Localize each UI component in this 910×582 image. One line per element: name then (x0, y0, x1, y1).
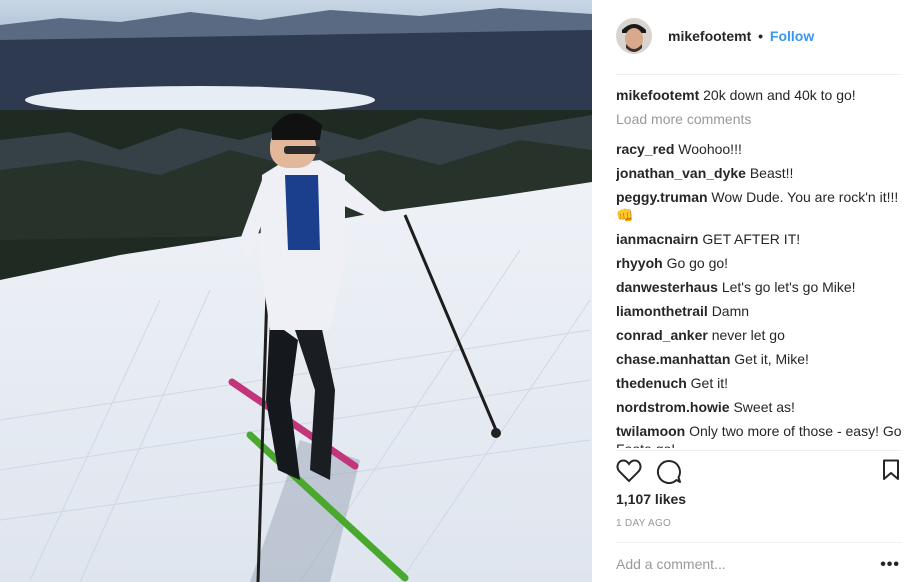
load-more-comments-button[interactable]: Load more comments (616, 110, 906, 128)
comment-item: ianmacnairn GET AFTER IT! (616, 230, 906, 248)
post-photo[interactable] (0, 0, 592, 582)
more-options-icon[interactable]: ••• (880, 556, 900, 574)
comment-item: conrad_anker never let go (616, 326, 906, 344)
likes-count[interactable]: 1,107 likes (616, 491, 686, 507)
comment-username[interactable]: rhyyoh (616, 255, 663, 271)
comment-username[interactable]: liamonthetrail (616, 303, 708, 319)
post-sidebar: mikefootemt • Follow mikefootemt 20k dow… (592, 0, 910, 582)
comment-item: racy_red Woohoo!!! (616, 140, 906, 158)
avatar[interactable] (616, 18, 652, 54)
action-bar (616, 459, 902, 485)
comment-text: Get it! (690, 375, 729, 391)
comment-username[interactable]: ianmacnairn (616, 231, 698, 247)
comment-username[interactable]: nordstrom.howie (616, 399, 730, 415)
post-header: mikefootemt • Follow (616, 14, 814, 58)
comments-list[interactable]: mikefootemt 20k down and 40k to go! Load… (616, 86, 906, 448)
comment-item: jonathan_van_dyke Beast!! (616, 164, 906, 182)
comment-text: Woohoo!!! (678, 141, 742, 157)
comment-text: Damn (711, 303, 750, 319)
post-username[interactable]: mikefootemt (668, 28, 751, 44)
comment-item: peggy.truman Wow Dude. You are rock'n it… (616, 188, 906, 224)
comment-text: Let's go let's go Mike! (721, 279, 856, 295)
comment-text: Go go go! (666, 255, 729, 271)
comment-username[interactable]: conrad_anker (616, 327, 708, 343)
post-timestamp: 1 DAY AGO (616, 518, 672, 529)
comment-username[interactable]: racy_red (616, 141, 674, 157)
caption-text: 20k down and 40k to go! (703, 87, 856, 103)
comment-text: Beast!! (749, 165, 794, 181)
comment-username[interactable]: peggy.truman (616, 189, 708, 205)
comments-divider (616, 450, 902, 451)
comment-text: Sweet as! (733, 399, 795, 415)
header-divider (616, 74, 902, 75)
comment-text: GET AFTER IT! (702, 231, 801, 247)
comment-item: thedenuch Get it! (616, 374, 906, 392)
comment-item: danwesterhaus Let's go let's go Mike! (616, 278, 906, 296)
comment-item: twilamoon Only two more of those - easy!… (616, 422, 906, 448)
comment-username[interactable]: thedenuch (616, 375, 687, 391)
caption-username[interactable]: mikefootemt (616, 87, 699, 103)
heart-icon[interactable] (616, 459, 642, 488)
avatar-image (616, 18, 652, 54)
comment-item: nordstrom.howie Sweet as! (616, 398, 906, 416)
header-separator: • (758, 28, 764, 44)
comment-username[interactable]: danwesterhaus (616, 279, 718, 295)
comment-icon[interactable] (656, 459, 682, 490)
comment-text: Get it, Mike! (734, 351, 809, 367)
comment-item: rhyyoh Go go go! (616, 254, 906, 272)
add-comment-input[interactable]: Add a comment... (616, 556, 726, 572)
comment-item: chase.manhattan Get it, Mike! (616, 350, 906, 368)
comment-username[interactable]: jonathan_van_dyke (616, 165, 746, 181)
comment-item: liamonthetrail Damn (616, 302, 906, 320)
skier-photo (0, 0, 592, 582)
comment-username[interactable]: chase.manhattan (616, 351, 730, 367)
comment-text: never let go (711, 327, 785, 343)
footer-divider (616, 542, 902, 543)
follow-button[interactable]: Follow (770, 28, 814, 44)
caption: mikefootemt 20k down and 40k to go! (616, 86, 906, 104)
bookmark-icon[interactable] (882, 459, 900, 486)
comment-username[interactable]: twilamoon (616, 423, 685, 439)
